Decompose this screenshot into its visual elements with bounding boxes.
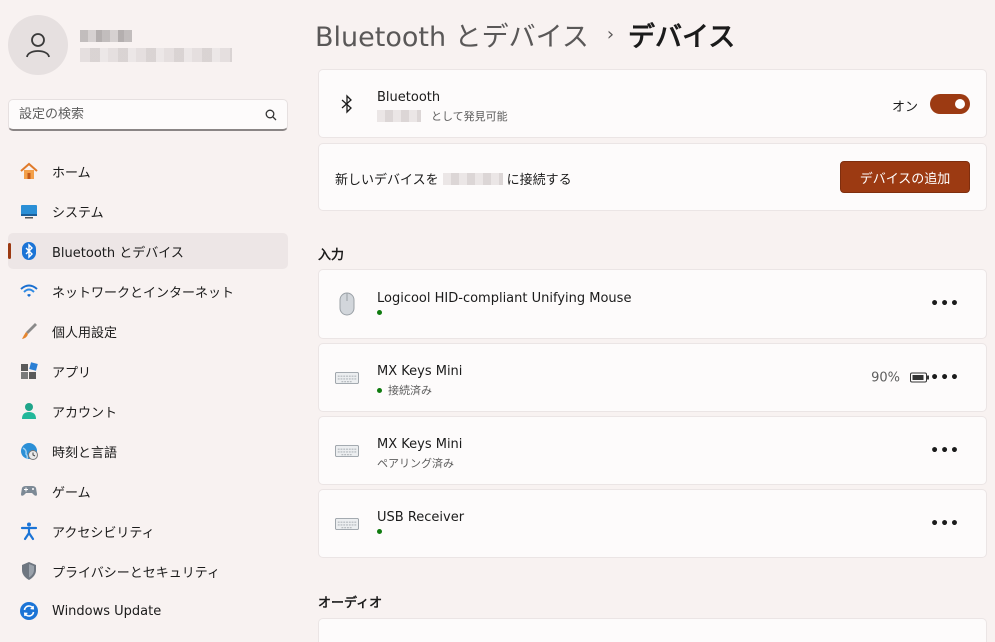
bluetooth-subtitle: として発見可能 bbox=[377, 108, 508, 124]
sidebar-item-system[interactable]: システム bbox=[8, 193, 288, 229]
device-status-text: ペアリング済み bbox=[377, 457, 454, 470]
wifi-icon bbox=[18, 280, 40, 302]
sidebar-item-label: アプリ bbox=[52, 365, 92, 381]
home-icon bbox=[18, 160, 40, 182]
add-device-button[interactable]: デバイスの追加 bbox=[840, 161, 970, 193]
audio-device-row-partial[interactable] bbox=[318, 618, 987, 642]
sidebar-item-label: プライバシーとセキュリティ bbox=[52, 565, 220, 581]
keyboard-icon bbox=[335, 512, 359, 536]
sidebar-item-label: 時刻と言語 bbox=[52, 445, 118, 461]
time-language-icon bbox=[18, 440, 40, 462]
redacted-user-name bbox=[80, 30, 132, 42]
bluetooth-icon bbox=[18, 240, 40, 262]
user-icon bbox=[26, 33, 50, 58]
add-device-text-after: に接続する bbox=[506, 173, 572, 188]
sidebar-item-label: ゲーム bbox=[52, 485, 91, 501]
bluetooth-discoverable-text: として発見可能 bbox=[431, 110, 508, 123]
device-row[interactable]: MX Keys Mini 接続済み 90% ••• bbox=[318, 343, 987, 412]
keyboard-icon bbox=[335, 366, 359, 390]
battery-level: 90% bbox=[871, 370, 900, 385]
sidebar-item-label: Windows Update bbox=[52, 603, 162, 619]
account-icon bbox=[18, 400, 40, 422]
accessibility-icon bbox=[18, 520, 40, 542]
page-title: デバイス bbox=[628, 21, 736, 53]
sidebar-item-windows-update[interactable]: Windows Update bbox=[8, 593, 288, 629]
bluetooth-toggle-label: オン bbox=[891, 100, 918, 115]
redacted-device-name bbox=[442, 172, 503, 185]
input-section-title: 入力 bbox=[318, 248, 345, 263]
sidebar-item-label: アカウント bbox=[52, 405, 118, 421]
device-row[interactable]: MX Keys Mini ペアリング済み ••• bbox=[318, 416, 987, 485]
gamepad-icon bbox=[18, 480, 40, 502]
sidebar-item-label: ネットワークとインターネット bbox=[52, 285, 235, 301]
breadcrumb: Bluetooth とデバイス › デバイス bbox=[315, 14, 735, 54]
more-options-icon[interactable]: ••• bbox=[930, 296, 960, 312]
add-device-text: 新しいデバイスを に接続する bbox=[335, 169, 572, 188]
sidebar-item-label: 個人用設定 bbox=[52, 325, 118, 341]
breadcrumb-parent[interactable]: Bluetooth とデバイス bbox=[315, 15, 589, 54]
device-name: MX Keys Mini bbox=[377, 437, 463, 452]
sidebar-item-time-language[interactable]: 時刻と言語 bbox=[8, 433, 288, 469]
more-options-icon[interactable]: ••• bbox=[930, 370, 960, 386]
more-options-icon[interactable]: ••• bbox=[930, 443, 960, 459]
settings-search[interactable] bbox=[8, 99, 288, 131]
sidebar-item-accounts[interactable]: アカウント bbox=[8, 393, 288, 429]
sidebar-item-personalization[interactable]: 個人用設定 bbox=[8, 313, 288, 349]
mouse-icon bbox=[335, 292, 359, 316]
sidebar-nav: ホーム システム Bluetooth とデバイス ネットワークとインターネット … bbox=[8, 153, 288, 633]
chevron-right-icon: › bbox=[606, 23, 615, 45]
sidebar-item-home[interactable]: ホーム bbox=[8, 153, 288, 189]
bluetooth-card: Bluetooth として発見可能 オン bbox=[318, 69, 987, 138]
redacted-device-name bbox=[377, 110, 421, 122]
apps-icon bbox=[18, 360, 40, 382]
sidebar-item-network[interactable]: ネットワークとインターネット bbox=[8, 273, 288, 309]
device-name: USB Receiver bbox=[377, 510, 465, 525]
sidebar-item-label: アクセシビリティ bbox=[52, 525, 155, 541]
device-row[interactable]: Logicool HID-compliant Unifying Mouse ••… bbox=[318, 269, 987, 339]
brush-icon bbox=[18, 320, 40, 342]
bluetooth-title: Bluetooth bbox=[377, 90, 441, 105]
sidebar-item-label: システム bbox=[52, 205, 104, 221]
add-device-card: 新しいデバイスを に接続する デバイスの追加 bbox=[318, 143, 987, 211]
sidebar-item-label: Bluetooth とデバイス bbox=[52, 245, 184, 261]
device-status: 接続済み bbox=[377, 382, 432, 398]
keyboard-icon bbox=[335, 439, 359, 463]
toggle-knob bbox=[955, 99, 965, 109]
add-device-text-before: 新しいデバイスを bbox=[335, 173, 439, 188]
avatar[interactable] bbox=[8, 15, 68, 75]
sidebar-item-bluetooth-devices[interactable]: Bluetooth とデバイス bbox=[8, 233, 288, 269]
device-status-text: 接続済み bbox=[388, 384, 432, 397]
device-name: MX Keys Mini bbox=[377, 364, 463, 379]
shield-icon bbox=[18, 560, 40, 582]
update-icon bbox=[18, 600, 40, 622]
redacted-user-email bbox=[80, 48, 232, 62]
search-icon[interactable] bbox=[265, 109, 277, 121]
bluetooth-icon bbox=[335, 92, 359, 116]
sidebar-item-gaming[interactable]: ゲーム bbox=[8, 473, 288, 509]
connected-dot-icon bbox=[377, 529, 382, 534]
sidebar-item-accessibility[interactable]: アクセシビリティ bbox=[8, 513, 288, 549]
system-icon bbox=[18, 200, 40, 222]
bluetooth-toggle[interactable] bbox=[930, 94, 970, 114]
device-status bbox=[377, 310, 388, 315]
device-row[interactable]: USB Receiver ••• bbox=[318, 489, 987, 558]
connected-dot-icon bbox=[377, 310, 382, 315]
connected-dot-icon bbox=[377, 387, 382, 393]
search-input[interactable] bbox=[19, 107, 249, 122]
sidebar-item-privacy-security[interactable]: プライバシーとセキュリティ bbox=[8, 553, 288, 589]
battery-icon bbox=[910, 368, 930, 387]
device-name: Logicool HID-compliant Unifying Mouse bbox=[377, 291, 632, 306]
more-options-icon[interactable]: ••• bbox=[930, 516, 960, 532]
device-status bbox=[377, 529, 388, 534]
sidebar-item-apps[interactable]: アプリ bbox=[8, 353, 288, 389]
sidebar: ホーム システム Bluetooth とデバイス ネットワークとインターネット … bbox=[0, 0, 300, 642]
sidebar-item-label: ホーム bbox=[52, 165, 91, 181]
audio-section-title: オーディオ bbox=[318, 596, 383, 611]
